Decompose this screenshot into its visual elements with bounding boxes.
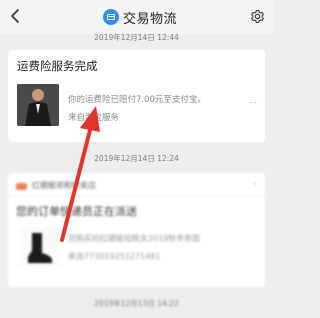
message-timestamp: 2019年12月14日 12:44 bbox=[94, 33, 179, 42]
message-card-insurance[interactable]: 运费险服务完成 你的运费险已赔付7.00元至支付宝。 ... 来自淘宝服务 bbox=[8, 50, 265, 142]
shop-name[interactable]: 红蜻蜓郑和特卖店 bbox=[32, 180, 96, 191]
back-button[interactable] bbox=[4, 5, 26, 27]
divider bbox=[8, 195, 265, 196]
page-title-group: 交易物流 bbox=[103, 7, 177, 27]
logistics-icon bbox=[103, 9, 119, 25]
product-thumbnail bbox=[17, 84, 59, 126]
chevron-left-icon bbox=[11, 9, 19, 23]
settings-button[interactable] bbox=[247, 6, 267, 26]
message-card-delivery[interactable]: 红蜻蜓郑和特卖店 › 您的订单快递员正在派送 您购买的红蜻蜓短靴女2019秋冬新… bbox=[8, 173, 265, 287]
card-title: 运费险服务完成 bbox=[17, 59, 98, 73]
card-body-text: 您购买的红蜻蜓短靴女2019秋冬新款 bbox=[68, 234, 201, 243]
message-timestamp: 2019年12月14日 12:24 bbox=[94, 154, 179, 163]
more-indicator: ... bbox=[249, 96, 257, 105]
top-bar: 交易物流 bbox=[0, 0, 273, 34]
page-title: 交易物流 bbox=[123, 11, 178, 27]
card-body-text: 你的运费险已赔付7.00元至支付宝。 bbox=[68, 95, 206, 105]
product-thumbnail bbox=[20, 227, 60, 267]
card-source-text: 来自淘宝服务 bbox=[68, 113, 120, 123]
shop-icon bbox=[16, 183, 27, 190]
card-title: 您的订单快递员正在派送 bbox=[16, 205, 137, 218]
gear-icon bbox=[250, 9, 264, 23]
tracking-number: 来自773019252271481 bbox=[68, 252, 161, 261]
chat-screen: 交易物流 2019年12月14日 12:44 运费险服务完成 你的运费险已赔付7… bbox=[0, 0, 273, 318]
message-timestamp: 2019年12月13日 14:22 bbox=[94, 299, 179, 308]
chevron-right-icon: › bbox=[253, 179, 257, 190]
